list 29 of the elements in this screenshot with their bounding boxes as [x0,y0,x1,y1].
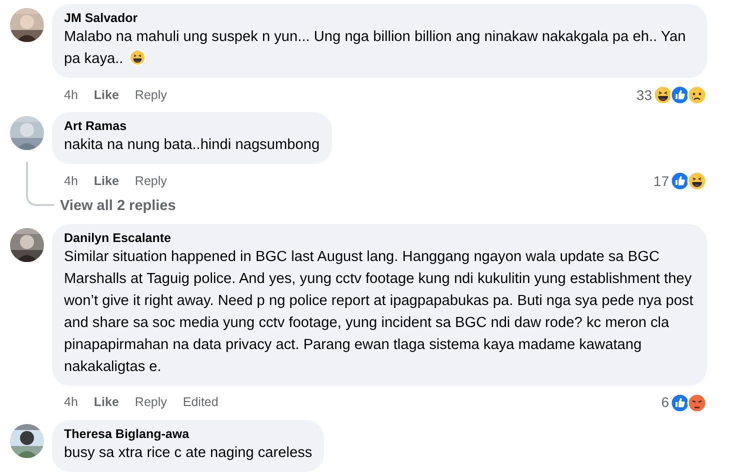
sad-reaction-icon[interactable] [687,85,707,105]
like-link[interactable]: Like [94,393,119,412]
timestamp[interactable]: 4h [64,86,78,104]
author-name[interactable]: Art Ramas [64,118,320,134]
reaction-count[interactable]: 17 [653,170,669,192]
laughing-reaction-icon[interactable] [653,85,673,105]
comment-text: busy sa xtra rice c ate naging careless [64,444,312,463]
reaction-count[interactable]: 33 [636,84,652,106]
comment-text: Malabo na mahuli ung suspek n yun... Ung nga billion billion ang ninakaw nakakgala pa eh.. Yan pa kaya.. [64,28,687,69]
author-name[interactable]: JM Salvador [64,10,695,26]
like-reaction-icon[interactable] [670,85,690,105]
reply-link[interactable]: Reply [134,172,167,190]
like-link[interactable]: Like [94,86,119,104]
view-replies-link[interactable]: View all 2 replies [60,198,176,214]
laughing-reaction-icon[interactable] [687,171,707,191]
timestamp[interactable]: 4h [64,393,78,412]
like-reaction-icon[interactable] [670,392,690,413]
like-reaction-icon[interactable] [670,171,690,191]
timestamp[interactable]: 4h [64,172,78,190]
like-link[interactable]: Like [94,172,119,190]
reaction-count[interactable]: 6 [661,392,669,414]
comment-text: nakita na nung bata..hindi nagsumbong [64,136,320,155]
edited-label[interactable]: Edited [182,393,218,412]
angry-reaction-icon[interactable] [687,392,707,413]
author-name[interactable]: Danilyn Escalante [64,230,695,246]
reply-link[interactable]: Reply [134,393,167,412]
reply-link[interactable]: Reply [134,86,167,104]
author-name[interactable]: Theresa Biglang-awa [64,426,312,442]
comment-text: Similar situation happened in BGC last August lang. Hanggang ngayon wala update sa BGC Marshalls at Taguig police. And yes, yung cctv footage kung ndi kukulitin yung establishment they won’t give it right away. Need p ng police report at ipagpapabukas pa. Buti nga sya pede nya post and share sa soc media yung cctv footage, yung incident sa BGC ndi daw rode? kc meron cla pinapapirmahan na data privacy act. Parang ewan tlaga sistema kaya madame kawatang nakakaligtas e. [64,248,694,377]
